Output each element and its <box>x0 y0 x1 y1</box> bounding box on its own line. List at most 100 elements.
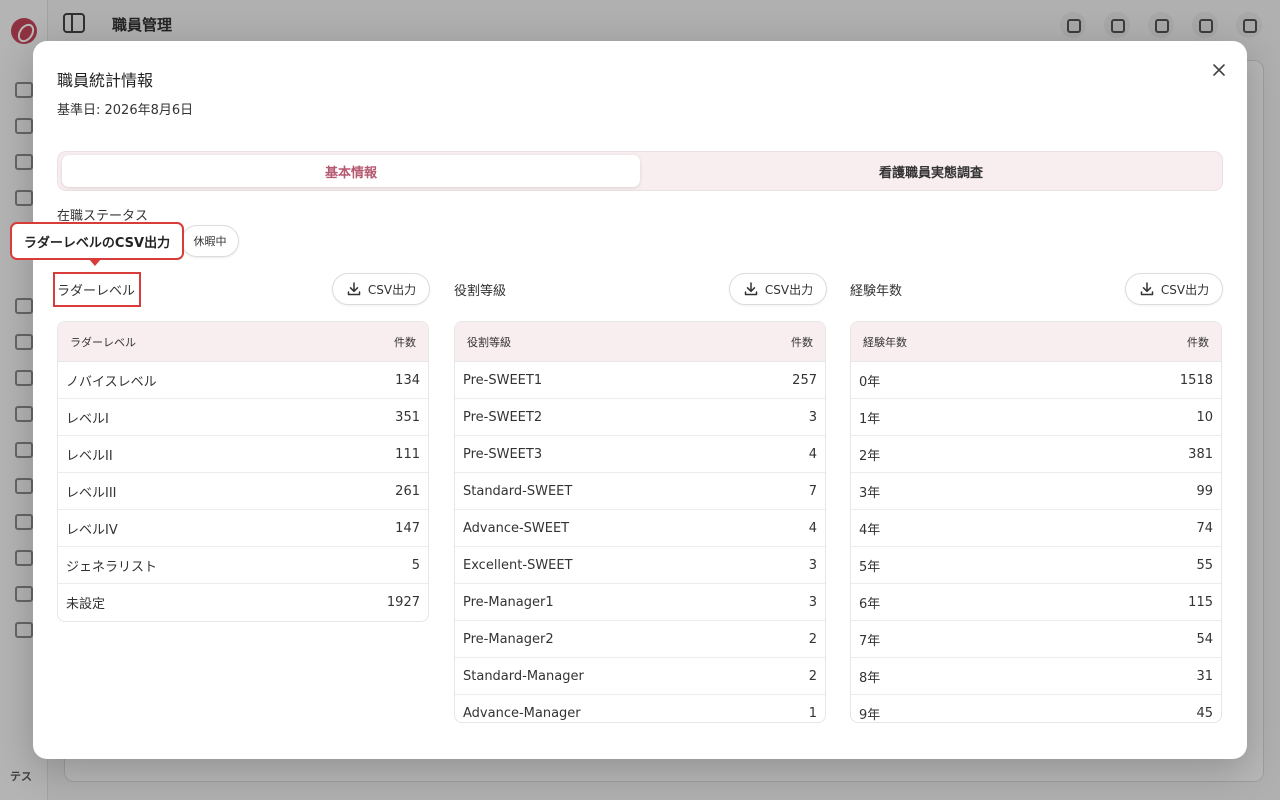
row-label: 5年 <box>859 559 881 575</box>
row-count: 3 <box>808 557 817 573</box>
download-icon <box>347 282 361 296</box>
row-label: Standard-Manager <box>463 668 584 684</box>
row-label: レベルIV <box>66 522 118 538</box>
row-count: 3 <box>808 594 817 610</box>
table-row: レベルIV 147 <box>58 510 428 547</box>
row-label: Advance-Manager <box>463 706 581 721</box>
table-header: 経験年数 件数 <box>851 322 1221 362</box>
download-icon <box>744 282 758 296</box>
row-label: 3年 <box>859 485 881 501</box>
table-row: レベルIII 261 <box>58 473 428 510</box>
row-label: 0年 <box>859 374 881 390</box>
table-row: ジェネラリスト 5 <box>58 547 428 584</box>
row-count: 3 <box>808 409 817 425</box>
row-label: ノバイスレベル <box>66 374 157 390</box>
row-label: Advance-SWEET <box>463 520 570 536</box>
row-count: 4 <box>808 446 817 462</box>
table-row: 未設定 1927 <box>58 584 428 621</box>
table-row: Pre-SWEET1 257 <box>455 362 825 399</box>
row-count: 134 <box>395 372 420 388</box>
table-row: 2年 381 <box>851 436 1221 473</box>
row-label: Standard-SWEET <box>463 483 573 499</box>
table-header: 役割等級 件数 <box>455 322 825 362</box>
table-row: Advance-SWEET 4 <box>455 510 825 547</box>
row-count: 1518 <box>1179 372 1213 388</box>
table-row: Pre-Manager1 3 <box>455 584 825 621</box>
table-row: 4年 74 <box>851 510 1221 547</box>
table-row: 7年 54 <box>851 621 1221 658</box>
row-count: 2 <box>808 631 817 647</box>
table-row: レベルI 351 <box>58 399 428 436</box>
close-button[interactable] <box>1209 60 1229 80</box>
column-header: ラダーレベル <box>70 335 136 349</box>
row-count: 7 <box>808 483 817 499</box>
row-count: 115 <box>1188 594 1213 610</box>
table-row: 5年 55 <box>851 547 1221 584</box>
row-label: 2年 <box>859 448 881 464</box>
section-title-ladder: ラダーレベル <box>52 272 142 307</box>
table-row: 1年 10 <box>851 399 1221 436</box>
column-header: 件数 <box>791 335 813 349</box>
row-label: 未設定 <box>66 597 106 612</box>
row-count: 10 <box>1196 409 1213 425</box>
row-count: 5 <box>411 557 420 573</box>
row-label: 7年 <box>859 633 881 649</box>
table-row: 3年 99 <box>851 473 1221 510</box>
row-count: 147 <box>395 520 420 536</box>
tab-bar: 基本情報 看護職員実態調査 <box>57 151 1223 191</box>
table-row: Advance-Manager 1 <box>455 695 825 722</box>
row-label: 1年 <box>859 411 881 427</box>
role-grade-table: 役割等級 件数 Pre-SWEET1 257 Pre-SWEET2 3 Pre-SW… <box>454 321 826 723</box>
row-count: 1 <box>808 706 817 721</box>
column-header: 経験年数 <box>863 335 907 349</box>
csv-export-experience-button[interactable]: CSV出力 <box>1125 273 1223 305</box>
table-row: Standard-Manager 2 <box>455 658 825 695</box>
tab-nurse-survey[interactable]: 看護職員実態調査 <box>642 155 1220 187</box>
experience-table: 経験年数 件数 0年 1518 1年 10 2年 381 3年 99 4年 74 5年 55… <box>850 321 1222 723</box>
table-row: 0年 1518 <box>851 362 1221 399</box>
row-label: Pre-SWEET3 <box>463 446 543 462</box>
row-count: 2 <box>808 668 817 684</box>
section-title-experience: 経験年数 <box>850 284 903 299</box>
row-count: 45 <box>1196 706 1213 721</box>
row-count: 381 <box>1188 446 1213 462</box>
table-row: Pre-Manager2 2 <box>455 621 825 658</box>
status-chip-on-leave[interactable]: 休暇中 <box>181 225 239 257</box>
download-icon <box>1140 282 1154 296</box>
row-count: 4 <box>808 520 817 536</box>
row-label: レベルI <box>66 411 109 427</box>
table-row: 8年 31 <box>851 658 1221 695</box>
table-row: ノバイスレベル 134 <box>58 362 428 399</box>
table-row: 9年 45 <box>851 695 1221 723</box>
row-label: 9年 <box>859 708 881 723</box>
stats-modal: 職員統計情報 基準日: 2026年8月6日 基本情報 看護職員実態調査 在職ステ… <box>33 41 1247 759</box>
table-header: ラダーレベル 件数 <box>58 322 428 362</box>
csv-export-label: CSV出力 <box>367 282 417 297</box>
csv-export-tooltip: ラダーレベルのCSV出力 <box>10 222 184 260</box>
reference-date: 基準日: 2026年8月6日 <box>57 103 194 118</box>
row-count: 111 <box>395 446 420 462</box>
row-count: 74 <box>1196 520 1213 536</box>
close-icon <box>1213 64 1225 76</box>
row-count: 1927 <box>386 595 420 610</box>
row-label: Pre-SWEET1 <box>463 372 543 388</box>
csv-export-role-grade-button[interactable]: CSV出力 <box>729 273 827 305</box>
tab-basic-info[interactable]: 基本情報 <box>62 155 640 187</box>
row-label: レベルII <box>66 448 113 464</box>
table-row: 6年 115 <box>851 584 1221 621</box>
csv-export-ladder-button[interactable]: CSV出力 <box>332 273 430 305</box>
row-label: 8年 <box>859 670 881 686</box>
row-label: ジェネラリスト <box>66 559 158 575</box>
row-label: Excellent-SWEET <box>463 557 573 573</box>
row-count: 257 <box>792 372 817 388</box>
modal-title: 職員統計情報 <box>57 71 154 90</box>
table-row: Standard-SWEET 7 <box>455 473 825 510</box>
row-count: 99 <box>1196 483 1213 499</box>
table-row: Pre-SWEET2 3 <box>455 399 825 436</box>
row-label: レベルIII <box>66 485 117 501</box>
row-label: Pre-Manager2 <box>463 631 554 647</box>
tooltip-arrow <box>89 259 101 266</box>
table-row: レベルII 111 <box>58 436 428 473</box>
table-row: Excellent-SWEET 3 <box>455 547 825 584</box>
csv-export-label: CSV出力 <box>764 282 814 297</box>
